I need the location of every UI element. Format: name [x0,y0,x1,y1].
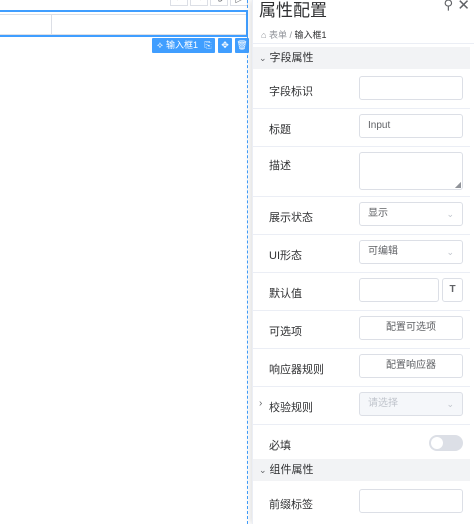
chevron-down-icon: ⌄ [446,399,454,409]
default-value-input[interactable] [359,278,439,302]
breadcrumb: ⌂ 表单 / 输入框1 [261,28,327,41]
close-icon[interactable]: ✕ [457,0,470,14]
validation-select[interactable]: 请选择 ⌄ [359,392,463,416]
pin-icon[interactable]: ⚲ [443,0,453,13]
row-ui-state: UI形态 可编辑 ⌄ [253,235,474,273]
canvas-toolbar: ↶ ↷ ⟲ ▷ [170,0,248,6]
prefix-input[interactable] [359,489,463,513]
ui-state-label: UI形态 [269,250,302,262]
prefix-label: 前缀标签 [269,499,313,511]
section-field-properties[interactable]: ⌄ 字段属性 [253,47,474,69]
ui-state-select[interactable]: 可编辑 ⌄ [359,240,463,264]
breadcrumb-divider [253,43,474,44]
options-label: 可选项 [269,326,302,338]
display-state-select[interactable]: 显示 ⌄ [359,202,463,226]
design-canvas: ↶ ↷ ⟲ ▷ ⟡ 输入框1 ⎘ ✥ 🗑 [0,0,249,524]
row-description: 描述 ◢ [253,147,474,197]
field-id-label: 字段标识 [269,86,313,98]
field-tag-label: 输入框1 [165,40,198,50]
row-title: 标题 Input [253,109,474,147]
chevron-down-icon: ⌄ [446,209,454,219]
undo-icon[interactable]: ↶ [170,0,188,6]
redo-icon[interactable]: ↷ [190,0,208,6]
description-textarea[interactable]: ◢ [359,152,463,190]
text-type-button[interactable]: T [442,278,463,302]
resize-grip-icon[interactable]: ◢ [455,180,461,189]
display-state-label: 展示状态 [269,212,313,224]
component-icon: ⟡ [157,40,163,50]
form-icon: ⌂ [261,30,267,40]
panel-title: 属性配置 [259,1,327,20]
canvas-divider [247,0,248,524]
panel-header: 属性配置 ⚲ ✕ [253,0,474,20]
row-options: 可选项 配置可选项 [253,311,474,349]
field-input-cell[interactable] [52,14,246,35]
breadcrumb-separator: / [289,30,292,40]
row-validation: › 校验规则 请选择 ⌄ [253,387,474,425]
title-label: 标题 [269,124,291,136]
breadcrumb-root[interactable]: 表单 [269,30,287,40]
chevron-down-icon: ⌄ [446,247,454,257]
preview-icon[interactable]: ▷ [230,0,248,6]
row-default-value: 默认值 T [253,273,474,311]
chevron-right-icon[interactable]: › [259,398,262,409]
field-label-cell [0,14,52,35]
row-prefix: 前缀标签 [253,484,474,522]
copy-field-button[interactable]: ⎘ [201,38,215,53]
breadcrumb-current: 输入框1 [294,30,327,40]
required-label: 必填 [269,440,291,452]
clear-icon[interactable]: ⟲ [210,0,228,6]
configure-options-button[interactable]: 配置可选项 [359,316,463,340]
display-state-value: 显示 [368,208,388,219]
scrollbar[interactable] [470,44,474,524]
switch-knob [431,437,443,449]
field-tag[interactable]: ⟡ 输入框1 [152,38,203,53]
responder-label: 响应器规则 [269,364,324,376]
chevron-down-icon: ⌄ [259,53,267,63]
row-display-state: 展示状态 显示 ⌄ [253,197,474,235]
field-id-input[interactable] [359,76,463,100]
validation-label: 校验规则 [269,402,313,414]
title-input[interactable]: Input [359,114,463,138]
chevron-down-icon: ⌄ [259,465,267,475]
ui-state-value: 可编辑 [368,246,398,257]
selected-input-field[interactable] [0,10,248,37]
row-responder: 响应器规则 配置响应器 [253,349,474,387]
description-label: 描述 [269,160,291,172]
property-panel: 属性配置 ⚲ ✕ ⌂ 表单 / 输入框1 ⌄ 字段属性 字段标识 标题 Input… [252,0,474,524]
configure-responder-button[interactable]: 配置响应器 [359,354,463,378]
row-field-id: 字段标识 [253,71,474,109]
move-field-button[interactable]: ✥ [218,38,232,53]
validation-placeholder: 请选择 [368,398,398,409]
default-value-label: 默认值 [269,288,302,300]
section-component-title: 组件属性 [269,464,314,476]
required-switch[interactable] [429,435,463,451]
row-required: 必填 [253,425,474,463]
section-component-properties[interactable]: ⌄ 组件属性 [253,459,474,481]
section-field-title: 字段属性 [269,52,314,64]
